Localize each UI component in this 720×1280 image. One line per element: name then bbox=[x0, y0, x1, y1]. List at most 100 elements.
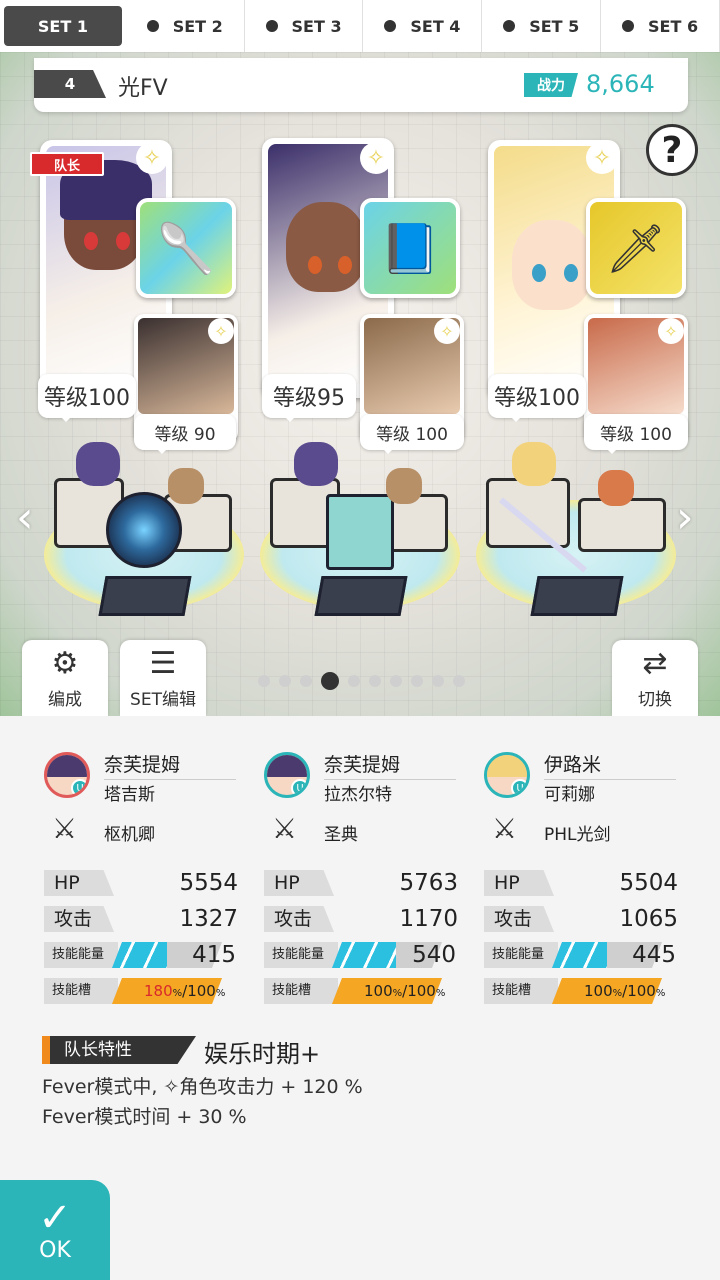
atk-value: 1170 bbox=[399, 906, 458, 932]
avatar[interactable]: U bbox=[44, 752, 90, 798]
set-edit-button[interactable]: ☰ SET编辑 bbox=[120, 640, 206, 716]
chibi-sprite bbox=[386, 468, 422, 504]
character-name: 奈芙提姆 bbox=[324, 750, 456, 780]
sparkle-icon: ✧ bbox=[586, 142, 618, 174]
hp-row: HP 5504 bbox=[484, 870, 678, 898]
sparkle-icon: ✧ bbox=[136, 142, 168, 174]
weapon-icon-tome[interactable]: 📘 bbox=[360, 198, 460, 298]
leader-skill-desc-2: Fever模式时间 + 30 % bbox=[42, 1106, 247, 1128]
page-dot[interactable] bbox=[300, 675, 312, 687]
weapon-icon-lightsaber[interactable]: 🗡 bbox=[586, 198, 686, 298]
page-dot[interactable] bbox=[369, 675, 381, 687]
leader-skill-desc-1: Fever模式中, ✧角色攻击力 + 120 % bbox=[42, 1076, 363, 1098]
skill-energy-row: 技能能量 445 bbox=[484, 942, 676, 968]
skill-slot-max: 100 bbox=[187, 982, 216, 1000]
tab-set-4[interactable]: SET 4 bbox=[363, 0, 483, 52]
page-indicator bbox=[258, 672, 465, 690]
tab-set-6[interactable]: SET 6 bbox=[601, 0, 720, 52]
chevron-left-icon[interactable]: ‹ bbox=[16, 492, 34, 543]
skill-slot-label: 技能槽 bbox=[44, 978, 118, 1004]
gem-tile bbox=[314, 576, 408, 616]
atk-row: 攻击 1170 bbox=[264, 906, 458, 934]
page-dot[interactable] bbox=[279, 675, 291, 687]
tab-label: SET 3 bbox=[291, 16, 342, 36]
list-icon: ☰ bbox=[149, 646, 177, 681]
power-label: 战力 bbox=[524, 73, 578, 97]
avatar[interactable]: U bbox=[484, 752, 530, 798]
sub-level-badge: 等级 100 bbox=[360, 414, 464, 454]
atk-row: 攻击 1065 bbox=[484, 906, 678, 934]
swap-icon: ⇄ bbox=[642, 646, 668, 681]
formation-button[interactable]: ⚙ 编成 bbox=[22, 640, 108, 716]
avatar[interactable]: U bbox=[264, 752, 310, 798]
chibi-sprite bbox=[512, 442, 556, 486]
page-dot[interactable] bbox=[258, 675, 270, 687]
character-name: 伊路米 bbox=[544, 750, 676, 780]
character-stats-column: U 奈芙提姆 拉杰尔特 ⚔ 圣典 HP 5763 攻击 1170 技能能量 54… bbox=[264, 748, 474, 1008]
page-dot[interactable] bbox=[411, 675, 423, 687]
atk-row: 攻击 1327 bbox=[44, 906, 238, 934]
page-dot[interactable] bbox=[390, 675, 402, 687]
leader-badge: 队长 bbox=[30, 152, 104, 176]
tab-set-5[interactable]: SET 5 bbox=[482, 0, 602, 52]
skill-slot-current: 180 bbox=[144, 982, 173, 1000]
leader-skill-label: 队长特性 bbox=[42, 1036, 196, 1064]
tab-label: SET 6 bbox=[648, 16, 699, 36]
shield-orb-icon bbox=[106, 492, 182, 568]
skill-slot-label: 技能槽 bbox=[484, 978, 558, 1004]
page-dot[interactable] bbox=[453, 675, 465, 687]
tab-set-3[interactable]: SET 3 bbox=[245, 0, 364, 52]
weapon-name: PHL光剑 bbox=[544, 825, 611, 845]
tab-set-1[interactable]: SET 1 bbox=[4, 6, 122, 46]
level-badge: 等级100 bbox=[488, 374, 586, 422]
set-tabs: SET 1 SET 2 SET 3 SET 4 SET 5 SET 6 bbox=[0, 0, 720, 52]
hp-row: HP 5554 bbox=[44, 870, 238, 898]
skill-energy-value: 415 bbox=[192, 942, 236, 968]
weapon-type-icon: ⚔ bbox=[272, 812, 298, 845]
dot-icon bbox=[146, 20, 159, 32]
weapon-icon-scepter[interactable]: 🥄 bbox=[136, 198, 236, 298]
help-icon[interactable]: ? bbox=[646, 124, 698, 176]
leader-skill-name: 娱乐时期+ bbox=[204, 1040, 321, 1068]
sub-level-badge: 等级 100 bbox=[584, 414, 688, 454]
skill-slot-row: 技能槽 180%/100% bbox=[44, 978, 236, 1004]
gem-tile bbox=[98, 576, 192, 616]
chibi-sprite bbox=[598, 470, 634, 506]
hp-label: HP bbox=[484, 870, 554, 896]
character-stats-column: U 奈芙提姆 塔吉斯 ⚔ 枢机卿 HP 5554 攻击 1327 技能能量 41… bbox=[44, 748, 254, 1008]
skill-energy-fill bbox=[332, 942, 396, 968]
skill-energy-fill bbox=[552, 942, 607, 968]
chibi-sprite bbox=[294, 442, 338, 486]
atk-label: 攻击 bbox=[44, 906, 114, 932]
character-stats-column: U 伊路米 可莉娜 ⚔ PHL光剑 HP 5504 攻击 1065 技能能量 4… bbox=[484, 748, 694, 1008]
switch-button[interactable]: ⇄ 切换 bbox=[612, 640, 698, 716]
skill-slot-max: 100 bbox=[627, 982, 656, 1000]
weapon-name: 枢机卿 bbox=[104, 825, 155, 845]
ok-button-label: OK bbox=[39, 1237, 71, 1263]
team-number: 4 bbox=[34, 70, 106, 98]
skill-slot-current: 100 bbox=[584, 982, 613, 1000]
skill-slot-label: 技能槽 bbox=[264, 978, 338, 1004]
gem-tile bbox=[530, 576, 624, 616]
page-dot[interactable] bbox=[432, 675, 444, 687]
skill-energy-fill bbox=[112, 942, 167, 968]
tab-set-2[interactable]: SET 2 bbox=[126, 0, 245, 52]
sparkle-icon: ✧ bbox=[658, 318, 684, 344]
team-name: 光FV bbox=[118, 76, 168, 101]
ok-button[interactable]: ✓ OK bbox=[0, 1180, 110, 1280]
formation-button-label: 编成 bbox=[48, 690, 82, 710]
skill-slot-max: 100 bbox=[407, 982, 436, 1000]
hp-label: HP bbox=[264, 870, 334, 896]
page-dot[interactable] bbox=[348, 675, 360, 687]
skill-energy-label: 技能能量 bbox=[264, 942, 338, 968]
chevron-right-icon[interactable]: › bbox=[676, 492, 694, 543]
element-badge-icon: U bbox=[291, 779, 307, 795]
switch-button-label: 切换 bbox=[638, 690, 672, 710]
check-icon: ✓ bbox=[38, 1194, 72, 1241]
page-dot[interactable] bbox=[321, 672, 339, 690]
atk-label: 攻击 bbox=[264, 906, 334, 932]
chibi-sprite bbox=[168, 468, 204, 504]
level-badge: 等级95 bbox=[262, 374, 356, 422]
pedestal-block bbox=[578, 498, 666, 552]
gear-user-icon: ⚙ bbox=[51, 646, 79, 681]
